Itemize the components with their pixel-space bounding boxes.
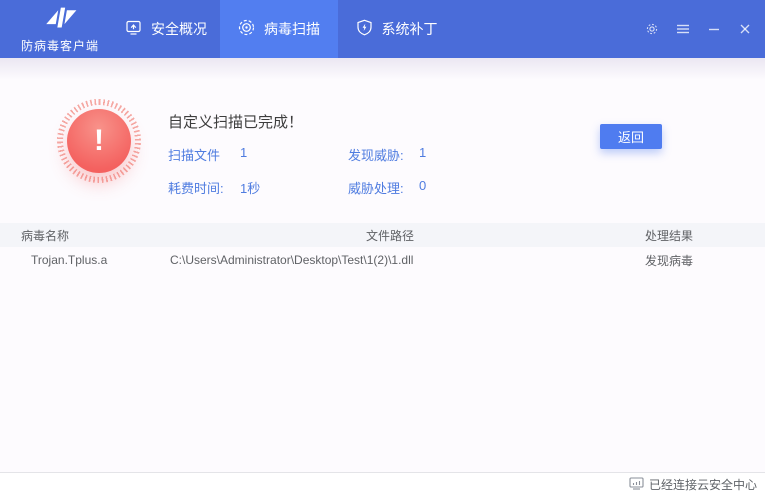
cell-virus-name: Trojan.Tplus.a [0,253,170,267]
app-title: 防病毒客户端 [10,37,110,54]
cell-file-path: C:\Users\Administrator\Desktop\Test\1(2)… [170,253,610,267]
stat-value-threats-found: 1 [419,145,426,164]
scan-result-title: 自定义扫描已完成！ [168,111,303,132]
cell-result: 发现病毒 [610,252,765,269]
tab-security-overview[interactable]: 安全概况 [112,0,220,58]
tab-label: 病毒扫描 [264,19,320,39]
status-bar: 已经连接云安全中心 [0,472,765,496]
title-bar: 防病毒客户端 安全概况 [0,0,765,58]
scan-alert-icon: ! [57,99,141,183]
table-row[interactable]: Trojan.Tplus.a C:\Users\Administrator\De… [0,247,765,273]
monitor-icon [125,19,142,39]
column-header-result: 处理结果 [610,227,765,244]
back-button[interactable]: 返回 [600,124,662,149]
tab-system-patch[interactable]: 系统补丁 [338,0,455,58]
hamburger-menu-icon[interactable] [675,21,691,37]
close-icon[interactable] [737,21,753,37]
header-shadow-gradient [0,58,765,80]
nav-tabs: 安全概况 病毒扫描 系 [112,0,455,58]
stat-label-threats-handled: 威胁处理: [348,178,419,197]
minimize-icon[interactable] [706,21,722,37]
table-header-row: 病毒名称 文件路径 处理结果 [0,223,765,247]
cloud-connection-status: 已经连接云安全中心 [649,476,757,493]
stat-label-scanned-files: 扫描文件 [168,145,240,164]
stat-label-time-spent: 耗费时间: [168,178,240,197]
column-header-virus-name: 病毒名称 [0,227,170,244]
stat-value-threats-handled: 0 [419,178,426,197]
shield-bolt-icon [356,19,373,39]
tab-label: 系统补丁 [382,19,438,39]
tab-virus-scan[interactable]: 病毒扫描 [220,0,338,58]
scan-stats: 扫描文件 1 发现威胁: 1 耗费时间: 1秒 威胁处理: 0 [168,145,426,197]
alert-exclamation-icon: ! [67,109,131,173]
window-controls [644,0,753,58]
stat-label-threats-found: 发现威胁: [348,145,419,164]
connection-monitor-icon [629,477,644,493]
app-logo-icon [42,18,78,35]
scan-target-icon [238,19,255,39]
stat-value-scanned-files: 1 [240,145,348,164]
scan-results-table: 病毒名称 文件路径 处理结果 Trojan.Tplus.a C:\Users\A… [0,223,765,273]
tab-label: 安全概况 [151,19,207,39]
stat-value-time-spent: 1秒 [240,178,348,197]
column-header-file-path: 文件路径 [170,227,610,244]
antivirus-client-window: 防病毒客户端 安全概况 [0,0,765,496]
gear-icon[interactable] [644,21,660,37]
app-brand: 防病毒客户端 [10,5,110,54]
